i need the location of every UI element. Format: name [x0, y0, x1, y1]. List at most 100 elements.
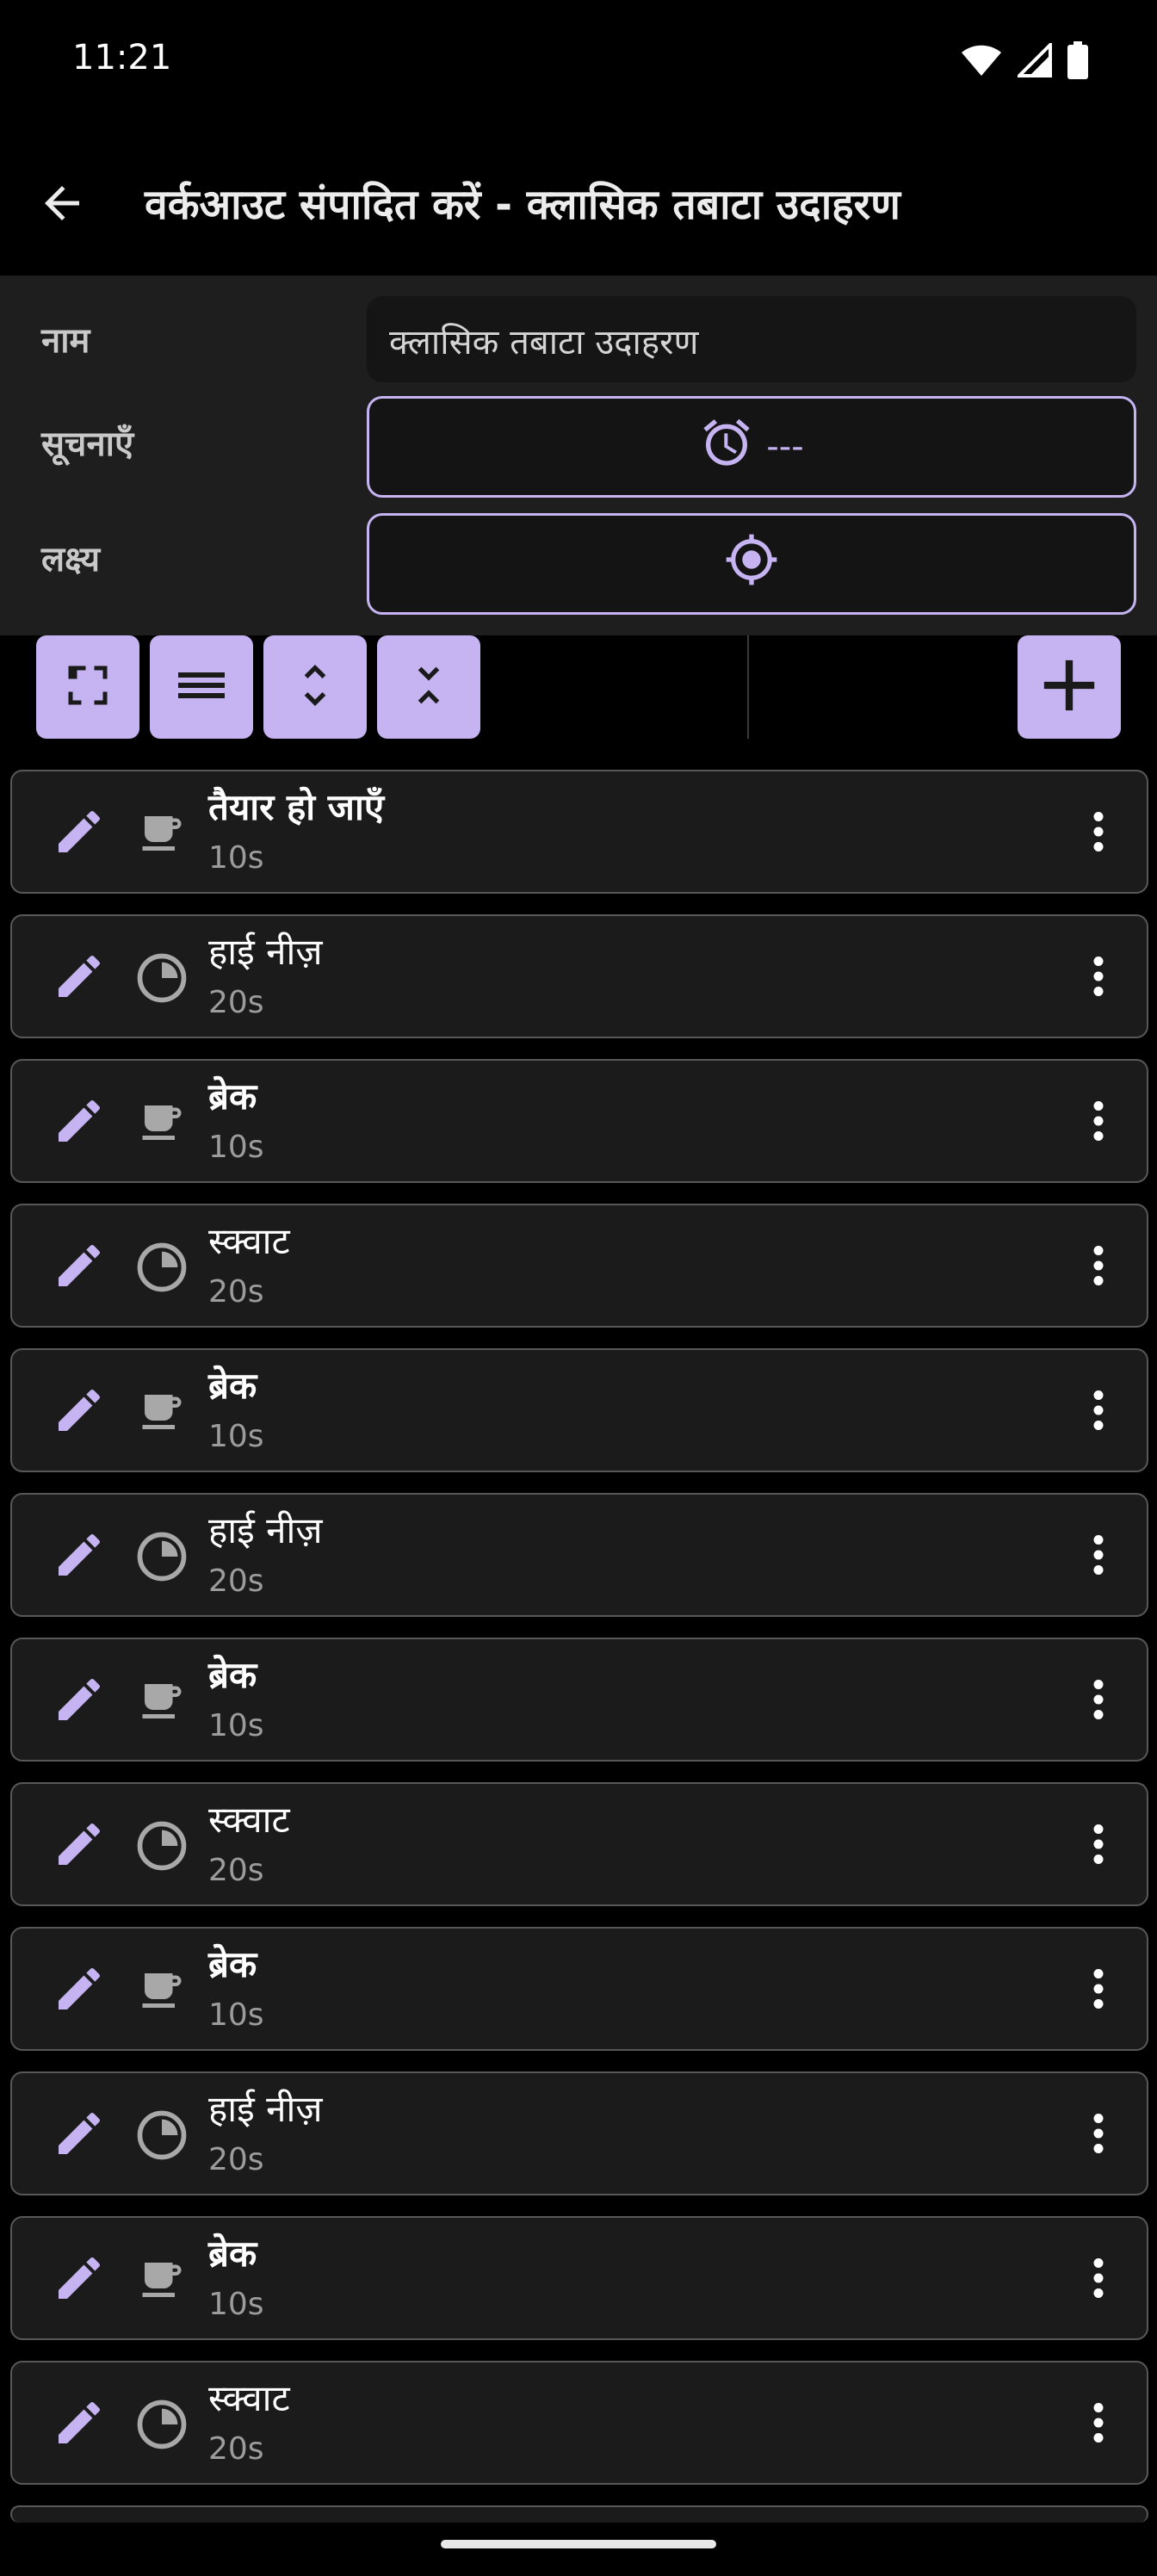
list-item[interactable]: स्क्वाट 20s: [10, 1782, 1148, 1906]
item-type: [129, 2393, 195, 2459]
edit-item-button[interactable]: [43, 2388, 115, 2461]
edit-item-button[interactable]: [43, 2244, 115, 2316]
item-duration: 10s: [208, 840, 264, 876]
timer-icon: [133, 1238, 191, 1300]
add-item-button[interactable]: [1018, 635, 1121, 739]
edit-item-button[interactable]: [43, 797, 115, 870]
pencil-icon: [52, 1383, 107, 1441]
item-type: [129, 1960, 195, 2025]
more-vert-icon: [1080, 1240, 1117, 1295]
item-menu-button[interactable]: [1073, 797, 1124, 870]
edit-item-button[interactable]: [43, 1376, 115, 1448]
gesture-nav-handle[interactable]: [441, 2540, 716, 2548]
edit-item-button[interactable]: [43, 1954, 115, 2027]
list-item[interactable]: तैयार हो जाएँ 10s: [10, 770, 1148, 894]
list-item[interactable]: स्क्वाट 20s: [10, 1204, 1148, 1328]
crosshair-icon: [724, 532, 779, 596]
item-type: [129, 2249, 195, 2314]
item-type: [129, 947, 195, 1012]
list-item[interactable]: हाई नीज़ 20s: [10, 2071, 1148, 2195]
item-type: [129, 1092, 195, 1157]
more-vert-icon: [1080, 1384, 1117, 1440]
more-vert-icon: [1080, 2252, 1117, 2307]
workout-settings-panel: नाम क्लासिक तबाटा उदाहरण सूचनाएँ --- लक्…: [0, 276, 1157, 635]
timer-icon: [133, 2106, 191, 2168]
item-name: हाई नीज़: [208, 2088, 323, 2130]
item-menu-button[interactable]: [1073, 1231, 1124, 1303]
item-duration: 20s: [208, 2431, 264, 2467]
expand-button[interactable]: [36, 635, 139, 739]
pencil-icon: [52, 1093, 107, 1152]
item-name: स्क्वाट: [208, 2377, 290, 2419]
timer-icon: [133, 1527, 191, 1589]
item-menu-button[interactable]: [1073, 1376, 1124, 1448]
item-menu-button[interactable]: [1073, 1810, 1124, 1882]
list-item[interactable]: ब्रेक 10s: [10, 1348, 1148, 1472]
item-menu-button[interactable]: [1073, 2244, 1124, 2316]
coffee-cup-icon: [136, 1965, 188, 2020]
edit-item-button[interactable]: [43, 1520, 115, 1593]
pencil-icon: [52, 1672, 107, 1731]
edit-item-button[interactable]: [43, 1810, 115, 1882]
item-menu-button[interactable]: [1073, 942, 1124, 1014]
item-name: ब्रेक: [208, 1943, 257, 1985]
wifi-icon: [961, 43, 1002, 81]
arrow-left-icon: [36, 177, 88, 232]
item-type: [129, 2104, 195, 2170]
item-menu-button[interactable]: [1073, 2099, 1124, 2171]
list-view-button[interactable]: [150, 635, 253, 739]
item-type: [129, 1815, 195, 1880]
item-duration: 20s: [208, 985, 264, 1020]
name-input[interactable]: क्लासिक तबाटा उदाहरण: [367, 296, 1136, 382]
unfold-more-button[interactable]: [263, 635, 367, 739]
unfold-less-icon: [401, 658, 456, 716]
alarm-clock-icon: [699, 415, 754, 479]
item-duration: 10s: [208, 1130, 264, 1165]
item-name: ब्रेक: [208, 2232, 257, 2275]
back-button[interactable]: [24, 167, 100, 243]
coffee-cup-icon: [136, 1386, 188, 1441]
more-vert-icon: [1080, 1095, 1117, 1150]
notifications-button[interactable]: ---: [367, 396, 1136, 498]
list-item[interactable]: ब्रेक 10s: [10, 2216, 1148, 2340]
more-vert-icon: [1080, 2397, 1117, 2452]
item-duration: 20s: [208, 1274, 264, 1310]
more-vert-icon: [1080, 951, 1117, 1006]
list-item[interactable]: ब्रेक 10s: [10, 1927, 1148, 2051]
coffee-cup-icon: [136, 808, 188, 863]
item-name: ब्रेक: [208, 1075, 257, 1118]
item-name: हाई नीज़: [208, 931, 323, 973]
coffee-cup-icon: [136, 2254, 188, 2309]
item-type: [129, 1670, 195, 1736]
unfold-less-button[interactable]: [377, 635, 480, 739]
item-menu-button[interactable]: [1073, 1665, 1124, 1737]
timer-icon: [133, 2395, 191, 2457]
edit-item-button[interactable]: [43, 2099, 115, 2171]
item-type: [129, 802, 195, 868]
list-item[interactable]: स्क्वाट 20s: [10, 2361, 1148, 2485]
pencil-icon: [52, 2395, 107, 2454]
edit-item-button[interactable]: [43, 1231, 115, 1303]
more-vert-icon: [1080, 1963, 1117, 2018]
item-type: [129, 1526, 195, 1591]
item-menu-button[interactable]: [1073, 2388, 1124, 2461]
list-item[interactable]: ब्रेक 10s: [10, 1059, 1148, 1183]
signal-icon: [1015, 40, 1052, 81]
list-item[interactable]: ब्रेक 10s: [10, 1638, 1148, 1762]
target-button[interactable]: [367, 513, 1136, 615]
coffee-cup-icon: [136, 1097, 188, 1152]
item-menu-button[interactable]: [1073, 1520, 1124, 1593]
item-menu-button[interactable]: [1073, 1954, 1124, 2027]
edit-item-button[interactable]: [43, 942, 115, 1014]
app-bar: वर्कआउट संपादित करें - क्लासिक तबाटा उदा…: [0, 129, 1157, 276]
list-item[interactable]: हाई नीज़ 20s: [10, 1493, 1148, 1617]
item-menu-button[interactable]: [1073, 1087, 1124, 1159]
more-vert-icon: [1080, 1529, 1117, 1584]
notifications-label: सूचनाएँ: [41, 424, 134, 464]
edit-item-button[interactable]: [43, 1087, 115, 1159]
notifications-value: ---: [766, 427, 804, 467]
plus-icon: [1026, 642, 1112, 732]
item-duration: 20s: [208, 2142, 264, 2177]
edit-item-button[interactable]: [43, 1665, 115, 1737]
list-item[interactable]: हाई नीज़ 20s: [10, 914, 1148, 1038]
